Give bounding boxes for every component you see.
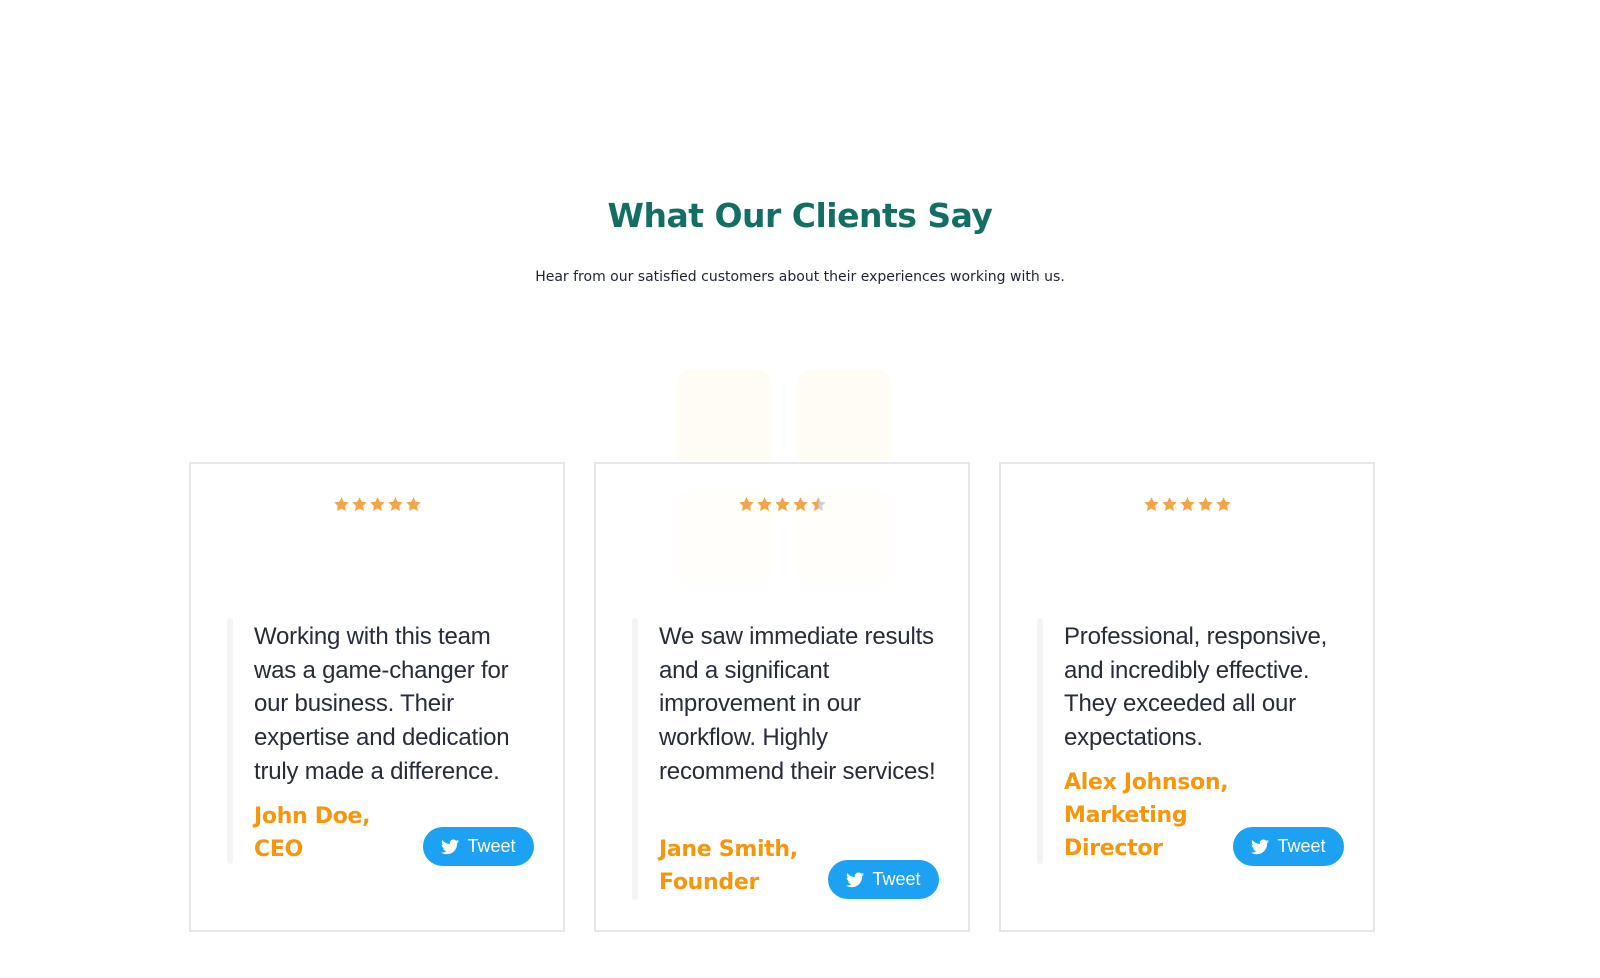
star-filled-icon [333, 497, 349, 511]
star-filled-icon [738, 497, 754, 511]
twitter-bird-icon [441, 839, 460, 854]
star-rating [596, 496, 968, 513]
quote-divider [1037, 618, 1043, 864]
tweet-button-label: Tweet [1277, 836, 1326, 856]
testimonial-card: Professional, responsive, and incredibly… [999, 462, 1375, 932]
testimonial-quote: Working with this team was a game-change… [254, 623, 510, 785]
quote-divider [227, 618, 233, 864]
star-filled-icon [1179, 497, 1195, 511]
tweet-button-label: Tweet [872, 869, 921, 889]
star-rating [191, 496, 563, 513]
testimonials-section: What Our Clients Say Hear from our satis… [0, 0, 1600, 978]
star-filled-icon [1143, 497, 1159, 511]
star-rating [1001, 496, 1373, 513]
testimonial-card: We saw immediate results and a significa… [594, 462, 970, 932]
testimonial-quote: We saw immediate results and a significa… [659, 623, 936, 785]
section-title: What Our Clients Say [607, 196, 993, 235]
star-filled-icon [1197, 497, 1213, 511]
star-filled-icon [792, 497, 808, 511]
tweet-button[interactable]: Tweet [423, 827, 534, 866]
star-filled-icon [774, 497, 790, 511]
star-filled-icon [387, 497, 403, 511]
quote-divider [632, 618, 638, 900]
testimonial-author: Alex Johnson, Marketing Director [1064, 770, 1229, 861]
section-subtitle: Hear from our satisfied customers about … [535, 269, 1065, 285]
tweet-button[interactable]: Tweet [1233, 827, 1344, 866]
testimonial-quote: Professional, responsive, and incredibly… [1064, 623, 1328, 752]
star-filled-icon [1215, 497, 1231, 511]
star-filled-icon [756, 497, 772, 511]
star-filled-icon [405, 497, 421, 511]
twitter-bird-icon [846, 872, 865, 887]
twitter-bird-icon [1251, 839, 1270, 854]
testimonial-card: Working with this team was a game-change… [189, 462, 565, 932]
star-filled-icon [369, 497, 385, 511]
testimonial-author: Jane Smith, Founder [659, 837, 798, 895]
tweet-button-label: Tweet [467, 836, 516, 856]
tweet-button[interactable]: Tweet [828, 860, 939, 899]
decorative-square [676, 370, 772, 466]
star-filled-icon [351, 497, 367, 511]
star-filled-icon [1161, 497, 1177, 511]
decorative-square [796, 370, 892, 466]
testimonial-author: John Doe, CEO [254, 804, 371, 862]
star-half-icon [810, 497, 826, 511]
